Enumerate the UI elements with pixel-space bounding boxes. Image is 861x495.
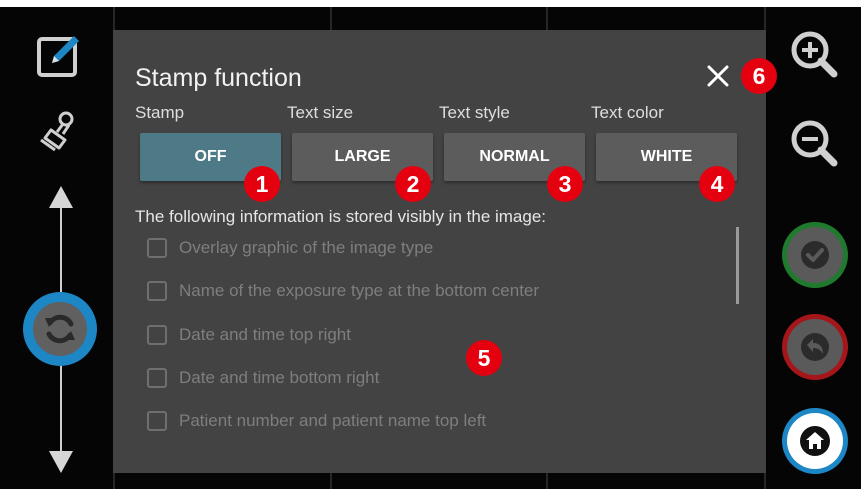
- home-icon: [800, 426, 830, 456]
- callout-badge-5: 5: [466, 340, 502, 376]
- edit-button[interactable]: [34, 31, 84, 81]
- checkbox[interactable]: [147, 281, 167, 301]
- checkmark-icon: [801, 241, 829, 269]
- zoom-out-icon: [791, 120, 838, 167]
- screen: Stamp function Stamp Text size Text styl…: [0, 0, 861, 495]
- callout-badge-6: 6: [741, 58, 777, 94]
- checkbox-label: Patient number and patient name top left: [179, 411, 487, 430]
- undo-icon: [801, 333, 829, 361]
- zoom-in-button[interactable]: [786, 26, 842, 82]
- home-button-inner: [787, 413, 843, 469]
- text-style-header: Text style: [439, 103, 510, 122]
- checkbox-label: Overlay graphic of the image type: [179, 238, 434, 257]
- confirm-button-inner: [787, 227, 843, 283]
- stamp-icon: [40, 111, 74, 152]
- checkbox-label: Date and time bottom right: [179, 368, 380, 387]
- checkbox[interactable]: [147, 238, 167, 258]
- dialog-title: Stamp function: [135, 64, 302, 92]
- zoom-in-icon: [791, 31, 838, 78]
- checkbox[interactable]: [147, 411, 167, 431]
- checkbox-row[interactable]: Patient number and patient name top left: [147, 411, 486, 431]
- callout-badge-1: 1: [244, 166, 280, 202]
- checkbox[interactable]: [147, 325, 167, 345]
- stamp-header: Stamp: [135, 103, 185, 122]
- arrow-down-icon[interactable]: [49, 451, 73, 473]
- undo-button[interactable]: [782, 314, 848, 380]
- zoom-out-button[interactable]: [786, 115, 842, 171]
- callout-badge-2: 2: [395, 166, 431, 202]
- rotate-knob-inner: [33, 302, 87, 356]
- checkbox-row[interactable]: Date and time top right: [147, 325, 351, 345]
- checkbox-row[interactable]: Overlay graphic of the image type: [147, 238, 433, 258]
- close-button[interactable]: [705, 63, 731, 89]
- confirm-button[interactable]: [782, 222, 848, 288]
- text-color-header: Text color: [591, 103, 664, 122]
- checkbox-row[interactable]: Date and time bottom right: [147, 368, 379, 388]
- checkbox[interactable]: [147, 368, 167, 388]
- rotate-icon: [45, 314, 75, 344]
- undo-button-inner: [787, 319, 843, 375]
- close-icon: [707, 65, 729, 87]
- arrow-up-icon[interactable]: [49, 186, 73, 208]
- callout-badge-3: 3: [547, 166, 583, 202]
- checkbox-label: Date and time top right: [179, 325, 351, 344]
- checkbox-row[interactable]: Name of the exposure type at the bottom …: [147, 281, 539, 301]
- home-button[interactable]: [782, 408, 848, 474]
- checkbox-label: Name of the exposure type at the bottom …: [179, 281, 540, 300]
- stamp-button[interactable]: [35, 108, 83, 156]
- callout-badge-4: 4: [699, 166, 735, 202]
- scrollbar[interactable]: [736, 227, 739, 304]
- edit-icon: [37, 36, 79, 77]
- stamp-function-dialog: Stamp function Stamp Text size Text styl…: [113, 30, 766, 473]
- text-size-header: Text size: [287, 103, 354, 122]
- info-text: The following information is stored visi…: [135, 207, 547, 226]
- rotate-slider-knob[interactable]: [23, 292, 97, 366]
